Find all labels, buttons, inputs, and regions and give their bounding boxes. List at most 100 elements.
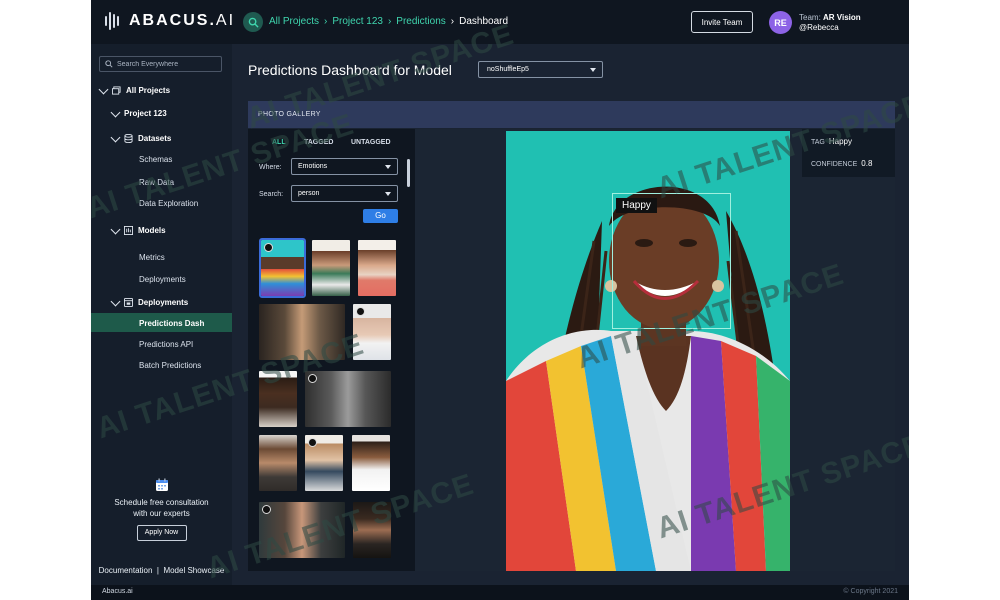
gallery-thumbnail[interactable] [312, 240, 350, 296]
gallery-thumbnail[interactable] [353, 502, 391, 558]
tag-icon [262, 505, 271, 514]
breadcrumb-predictions[interactable]: Predictions [396, 16, 445, 27]
team-label: Team: [799, 13, 821, 22]
invite-team-button[interactable]: Invite Team [691, 11, 753, 33]
tag-icon [308, 374, 317, 383]
detection-label: Happy [616, 198, 657, 213]
gallery-scrollbar[interactable] [407, 159, 410, 187]
gallery-tabs: ALL TAGGED UNTAGGED [248, 139, 415, 151]
breadcrumb-project[interactable]: Project 123 [332, 16, 383, 27]
tag-icon [308, 438, 317, 447]
tab-tagged[interactable]: TAGGED [304, 139, 333, 146]
sidebar-search[interactable] [99, 56, 222, 72]
gallery-thumbnail[interactable] [259, 371, 297, 427]
promo-line-1: Schedule free consultation [114, 498, 209, 507]
sidebar-footer-links: Documentation | Model Showcase [91, 566, 232, 575]
chevron-right-icon: › [324, 16, 328, 27]
gallery-thumbnail[interactable] [305, 435, 343, 491]
caret-down-icon [385, 192, 391, 196]
sidebar-item-deployments[interactable]: Deployments [110, 296, 189, 307]
tag-label: TAG [811, 139, 825, 146]
info-panel-body [802, 177, 895, 571]
caret-down-icon [385, 165, 391, 169]
gallery-thumbnail[interactable] [259, 238, 306, 298]
gallery-panel: ALL TAGGED UNTAGGED Where: Emotions Sear… [248, 129, 415, 571]
tag-value: Happy [828, 137, 852, 146]
tab-untagged[interactable]: UNTAGGED [351, 139, 391, 146]
documentation-link[interactable]: Documentation [99, 566, 153, 575]
tag-icon [356, 307, 365, 316]
link-separator: | [156, 566, 159, 575]
gallery-thumbnail[interactable] [259, 435, 297, 491]
photo-gallery-header: PHOTO GALLERY [248, 101, 895, 128]
top-header: ABACUS.AI All Projects › Project 123 › P… [91, 0, 909, 44]
sidebar-item-schemas[interactable]: Schemas [139, 155, 172, 164]
footer-brand: Abacus.ai [102, 588, 133, 595]
calendar-icon [155, 478, 168, 491]
tag-row: TAG Happy [811, 137, 852, 146]
gallery-thumbnail[interactable] [259, 304, 345, 360]
sidebar-item-batch-predictions[interactable]: Batch Predictions [139, 361, 201, 370]
model-showcase-link[interactable]: Model Showcase [163, 566, 224, 575]
gallery-thumbnail[interactable] [305, 371, 391, 427]
models-icon [124, 226, 133, 235]
sidebar: All Projects Project 123 Datasets Schema… [91, 44, 232, 585]
face-bounding-box[interactable] [612, 193, 731, 329]
sidebar-item-metrics[interactable]: Metrics [139, 253, 165, 262]
search-select-value: person [298, 190, 320, 197]
sidebar-item-model-deployments[interactable]: Deployments [139, 275, 186, 284]
search-input[interactable] [117, 60, 217, 68]
go-button[interactable]: Go [363, 209, 398, 223]
confidence-value: 0.8 [861, 159, 873, 168]
abacus-logo[interactable]: ABACUS.AI [105, 12, 235, 30]
chevron-down-icon [110, 107, 121, 117]
sidebar-item-predictions-api[interactable]: Predictions API [139, 340, 193, 349]
tag-icon [264, 243, 273, 252]
model-select-value: noShuffleEp5 [487, 66, 529, 73]
chevron-down-icon [110, 224, 121, 234]
logo-wordmark: ABACUS.AI [129, 12, 236, 29]
chevron-down-icon [110, 296, 121, 306]
sidebar-item-raw-data[interactable]: Raw Data [139, 178, 174, 187]
user-handle: @Rebecca [799, 23, 839, 32]
team-info[interactable]: Team: AR Vision @Rebecca [799, 13, 861, 33]
sidebar-item-project[interactable]: Project 123 [110, 107, 167, 118]
sidebar-item-label: Project 123 [124, 109, 167, 118]
gallery-thumbnail[interactable] [358, 240, 396, 296]
sidebar-item-label: Models [138, 226, 166, 235]
sidebar-item-predictions-dash[interactable]: Predictions Dash [139, 319, 204, 328]
search-label: Search: [259, 191, 284, 198]
search-select[interactable]: person [291, 185, 398, 202]
sidebar-item-label: All Projects [126, 86, 171, 95]
breadcrumb-all-projects[interactable]: All Projects [269, 16, 319, 27]
where-select-value: Emotions [298, 163, 328, 170]
where-label: Where: [259, 164, 282, 171]
promo-line-2: with our experts [133, 509, 190, 518]
where-select[interactable]: Emotions [291, 158, 398, 175]
breadcrumb-current: Dashboard [459, 16, 509, 27]
gallery-thumbnail[interactable] [353, 304, 391, 360]
apply-now-button[interactable]: Apply Now [136, 525, 187, 541]
deployments-icon [124, 298, 133, 307]
sidebar-item-data-exploration[interactable]: Data Exploration [139, 199, 198, 208]
sidebar-item-models[interactable]: Models [110, 224, 166, 235]
gallery-thumbnail[interactable] [259, 502, 345, 558]
prediction-info-panel: TAG Happy CONFIDENCE 0.8 [802, 129, 895, 177]
model-select[interactable]: noShuffleEp5 [478, 61, 603, 78]
team-name: AR Vision [823, 13, 861, 22]
sidebar-item-label: Datasets [138, 134, 172, 143]
sidebar-item-all-projects[interactable]: All Projects [98, 84, 171, 95]
search-icon [248, 17, 259, 28]
avatar[interactable]: RE [769, 11, 792, 34]
copyright-text: © Copyright 2021 [843, 588, 898, 595]
global-search-button[interactable] [243, 12, 263, 32]
sidebar-item-label: Deployments [138, 298, 189, 307]
footer: Abacus.ai © Copyright 2021 [91, 585, 909, 600]
abacus-logo-icon [105, 12, 121, 30]
sidebar-item-datasets[interactable]: Datasets [110, 132, 172, 143]
folders-icon [112, 86, 121, 95]
tab-all[interactable]: ALL [272, 139, 286, 146]
confidence-row: CONFIDENCE 0.8 [811, 159, 872, 168]
breadcrumb: All Projects › Project 123 › Predictions… [269, 16, 508, 27]
gallery-thumbnail[interactable] [352, 435, 390, 491]
